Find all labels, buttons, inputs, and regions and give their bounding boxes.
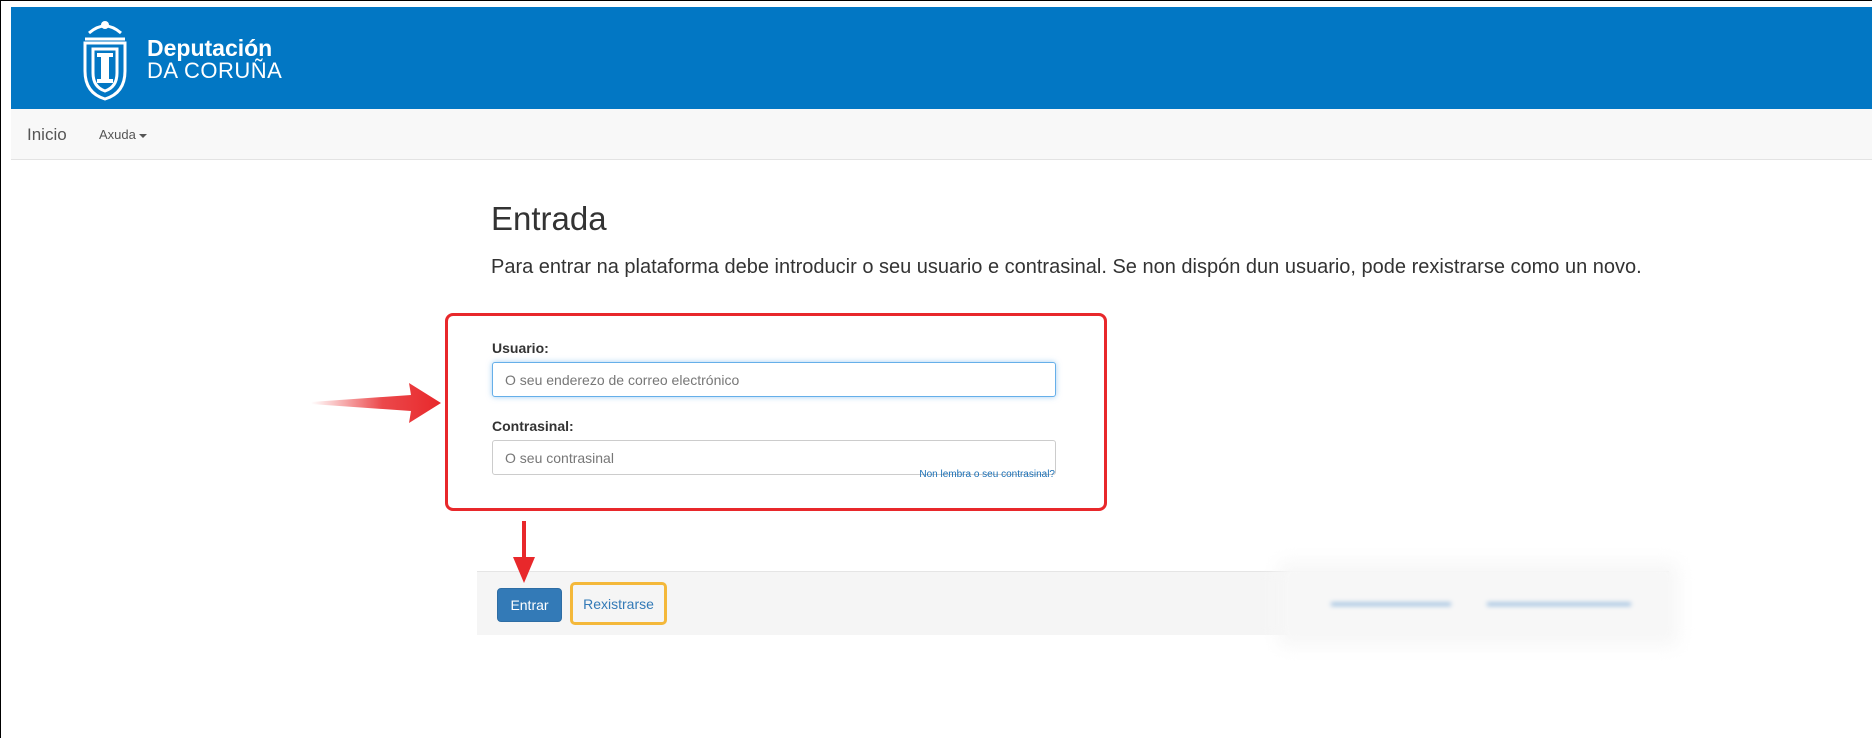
shield-crest-icon: [83, 21, 127, 101]
caret-down-icon: [138, 133, 147, 138]
page-frame: Deputación DA CORUÑA Inicio Axuda Entrad…: [0, 0, 1872, 738]
page-title: Entrada: [491, 200, 607, 237]
usuario-label: Usuario:: [492, 340, 549, 356]
logo-title: Deputación: [147, 34, 273, 61]
rexistrarse-button[interactable]: Rexistrarse: [570, 582, 667, 625]
forgot-password-link[interactable]: Non lembra o seu contrasinal?: [919, 469, 1055, 480]
top-navbar: Inicio Axuda: [11, 109, 1872, 160]
contrasinal-label: Contrasinal:: [492, 418, 574, 434]
logo-text: Deputación DA CORUÑA: [147, 34, 283, 83]
nav-axuda-label: Axuda: [99, 127, 136, 142]
nav-inicio[interactable]: Inicio: [27, 125, 67, 145]
blurred-links-area: ▬▬▬▬▬▬▬▬▬▬ ▬▬▬▬▬▬▬▬▬▬▬▬: [1287, 571, 1669, 637]
site-header: Deputación DA CORUÑA: [11, 7, 1872, 109]
logo-subtitle: DA CORUÑA: [147, 57, 283, 83]
arrow-down-icon: [513, 521, 535, 583]
intro-text: Para entrar na plataforma debe introduci…: [491, 256, 1642, 278]
site-logo[interactable]: Deputación DA CORUÑA: [75, 15, 282, 103]
blurred-link: ▬▬▬▬▬▬▬▬▬▬▬▬: [1487, 595, 1631, 609]
nav-axuda-dropdown[interactable]: Axuda: [99, 127, 147, 142]
arrow-right-icon: [311, 383, 441, 423]
usuario-input[interactable]: [492, 362, 1056, 397]
blurred-link: ▬▬▬▬▬▬▬▬▬▬: [1331, 595, 1451, 609]
entrar-button[interactable]: Entrar: [497, 588, 562, 622]
